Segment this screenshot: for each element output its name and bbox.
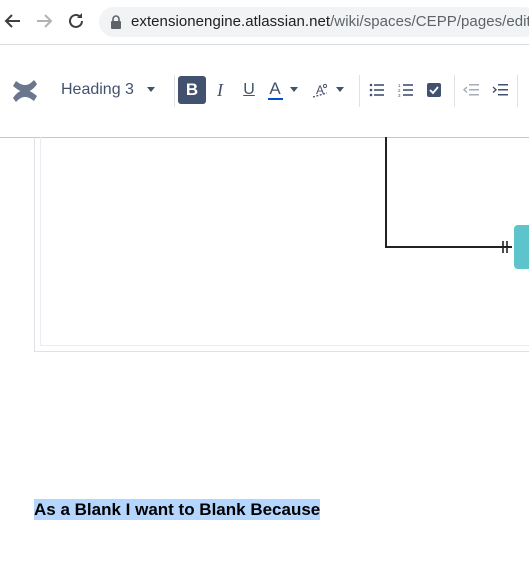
text-style-chevron-down-icon (147, 87, 155, 92)
back-arrow-icon[interactable] (2, 10, 24, 32)
url-host: extensionengine.atlassian.net (131, 13, 331, 30)
diagram-entity-node[interactable] (514, 225, 529, 269)
page-heading[interactable]: As a Blank I want to Blank Because (34, 499, 321, 521)
browser-toolbar: extensionengine.atlassian.net/wiki/space… (0, 0, 529, 45)
underline-button[interactable]: U (235, 76, 263, 104)
url-text: extensionengine.atlassian.net/wiki/space… (131, 13, 529, 31)
lock-icon (111, 15, 121, 29)
address-bar[interactable]: extensionengine.atlassian.net/wiki/space… (99, 7, 529, 37)
diagram-connector-line (385, 137, 512, 253)
editor-toolbar: Heading 3 B I U A A 1 2 3 (0, 45, 529, 138)
text-color-underline (267, 98, 283, 100)
toolbar-divider (174, 75, 175, 107)
italic-label: I (217, 79, 223, 100)
bullet-list-button[interactable] (363, 76, 391, 104)
bold-button[interactable]: B (178, 76, 206, 104)
text-color-label: A (269, 79, 281, 98)
clear-formatting-button[interactable]: A (307, 76, 333, 104)
url-path: /wiki/spaces/CEPP/pages/edit/ (330, 13, 529, 30)
more-formatting-chevron-down-icon[interactable] (336, 87, 344, 92)
outdent-button[interactable] (457, 76, 485, 104)
checkbox-icon (427, 83, 441, 97)
svg-text:3: 3 (398, 93, 401, 97)
forward-arrow-icon[interactable] (33, 10, 55, 32)
indent-button[interactable] (486, 76, 514, 104)
text-style-label: Heading 3 (61, 81, 134, 98)
text-color-chevron-down-icon[interactable] (290, 87, 298, 92)
bullet-list-icon (369, 83, 384, 97)
numbered-list-button[interactable]: 1 2 3 (392, 76, 420, 104)
reload-icon[interactable] (65, 10, 87, 32)
toolbar-divider (517, 75, 518, 107)
task-list-button[interactable] (420, 76, 448, 104)
bold-label: B (185, 80, 199, 99)
indent-icon (492, 84, 508, 96)
toolbar-divider (454, 75, 455, 107)
clear-formatting-icon: A (312, 83, 328, 98)
selected-heading-text: As a Blank I want to Blank Because (34, 499, 321, 520)
text-color-button[interactable]: A (264, 76, 286, 104)
italic-button[interactable]: I (206, 76, 234, 104)
underline-label: U (243, 81, 255, 98)
confluence-logo-icon[interactable] (10, 78, 40, 104)
numbered-list-icon: 1 2 3 (398, 83, 413, 97)
text-style-dropdown[interactable]: Heading 3 (61, 81, 134, 99)
toolbar-divider (359, 75, 360, 107)
outdent-icon (463, 84, 479, 96)
